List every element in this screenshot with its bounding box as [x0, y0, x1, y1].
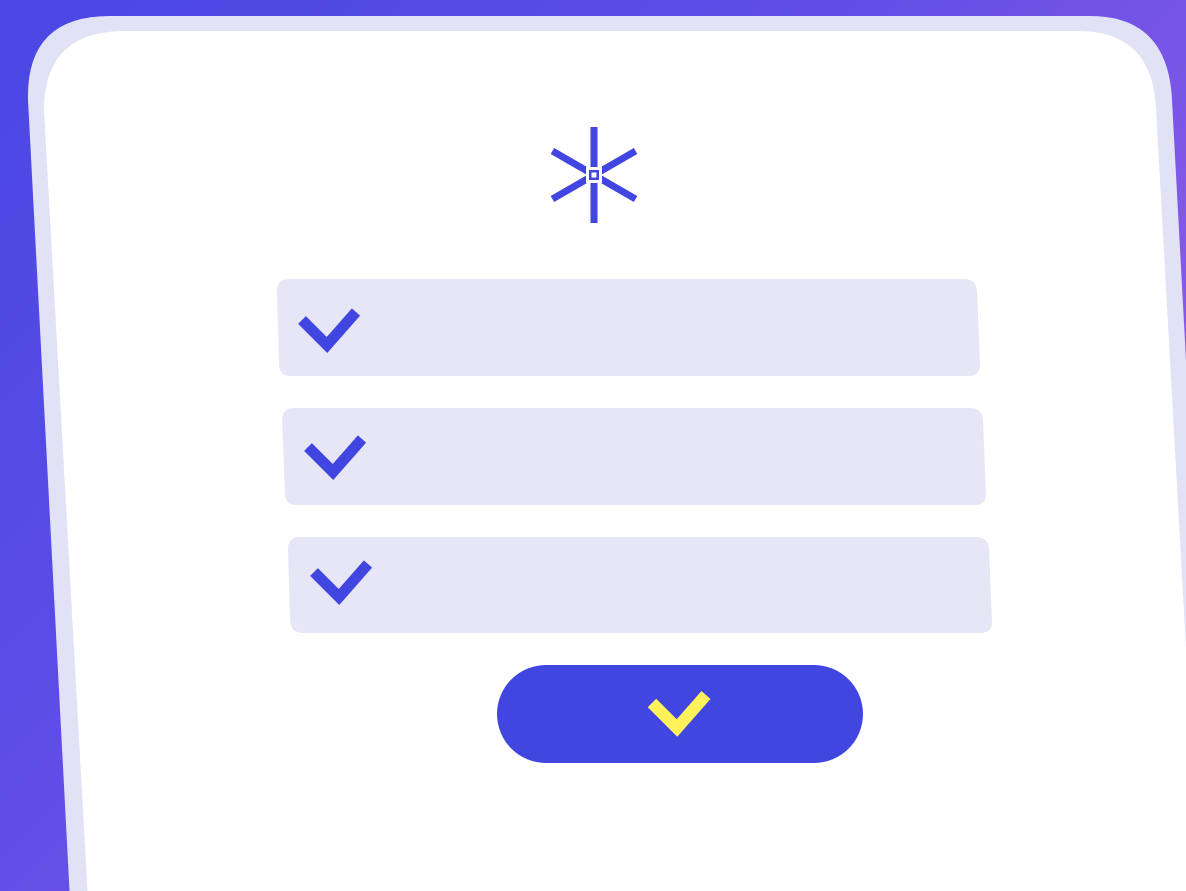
checklist-field-1[interactable]	[277, 279, 980, 376]
illustration	[27, 16, 1186, 891]
field-background	[277, 279, 980, 376]
checklist-field-2[interactable]	[282, 408, 986, 505]
field-background	[288, 537, 992, 633]
submit-button[interactable]	[497, 665, 863, 763]
field-background	[282, 408, 986, 505]
checklist-field-3[interactable]	[288, 537, 992, 633]
submit-button-background	[497, 665, 863, 763]
